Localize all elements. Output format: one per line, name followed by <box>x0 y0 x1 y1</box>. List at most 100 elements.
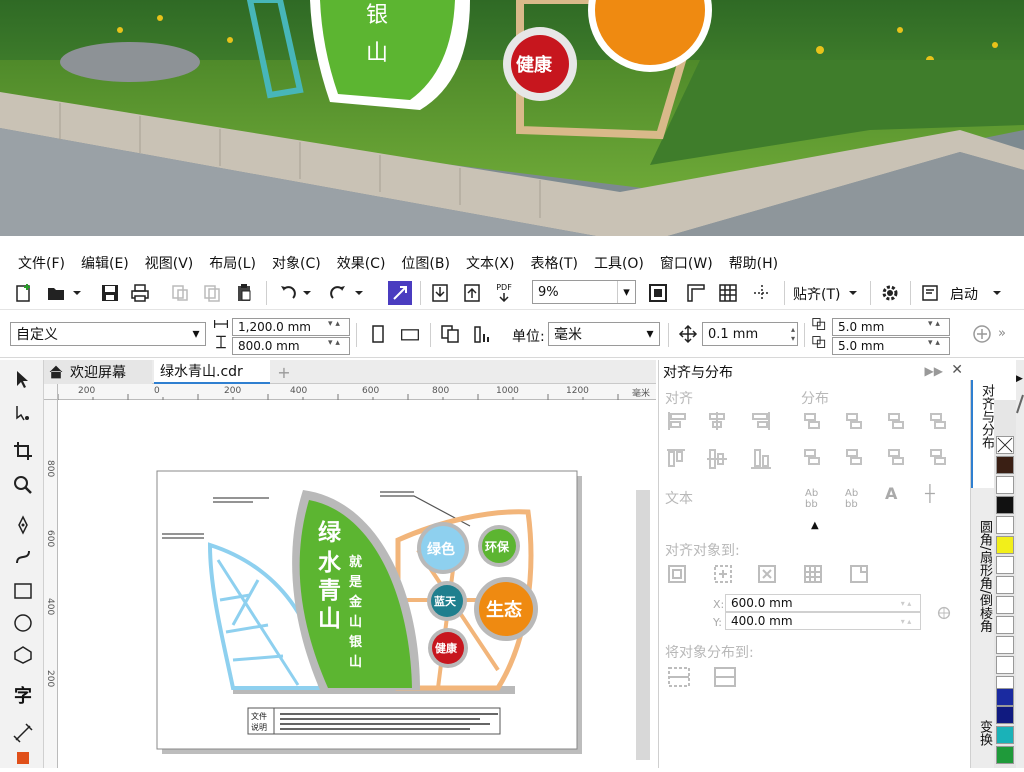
current-page-icon[interactable] <box>470 322 494 346</box>
swatch-dark-blue[interactable] <box>996 706 1014 724</box>
new-document-icon[interactable] <box>12 281 36 305</box>
ellipse-tool-icon[interactable] <box>10 610 36 636</box>
swatch-white-2[interactable] <box>996 516 1014 534</box>
nudge-spinner[interactable]: ▴ ▾ <box>791 325 795 343</box>
portrait-icon[interactable] <box>366 322 390 346</box>
overflow-chevron-icon[interactable]: » <box>998 326 1006 341</box>
shape-tool-icon[interactable] <box>10 400 36 426</box>
snap-dropdown-icon[interactable] <box>846 281 860 305</box>
collapse-docker-icon[interactable]: ▶▶ <box>925 364 943 378</box>
pick-tool-icon[interactable] <box>10 366 36 392</box>
width-spinner[interactable]: ▾ ▴ <box>319 319 349 335</box>
distribute-vspacing-icon[interactable] <box>888 449 904 465</box>
text-tool-icon[interactable]: 字 <box>10 682 36 708</box>
swatch-white[interactable] <box>996 476 1014 494</box>
copy-icon[interactable] <box>200 281 224 305</box>
palette-scroll-up-icon[interactable]: ▶ <box>1016 374 1023 384</box>
ruler-origin[interactable] <box>44 384 58 400</box>
artistic-media-tool-icon[interactable] <box>10 544 36 570</box>
menu-bitmaps[interactable]: 位图(B) <box>395 253 460 273</box>
freehand-tool-icon[interactable] <box>10 512 36 538</box>
zoom-tool-icon[interactable] <box>10 472 36 498</box>
distribute-top-icon[interactable] <box>804 449 820 465</box>
menu-tools[interactable]: 工具(O) <box>588 253 654 273</box>
show-grid-icon[interactable] <box>716 281 740 305</box>
export-icon[interactable] <box>460 281 484 305</box>
swatch-teal[interactable] <box>996 726 1014 744</box>
full-screen-preview-icon[interactable] <box>646 281 670 305</box>
zoom-dropdown-icon[interactable]: ▾ <box>617 281 635 303</box>
distribute-center-icon[interactable] <box>846 413 862 429</box>
duplicate-x-field[interactable]: 5.0 mm ▾ ▴ <box>832 318 950 336</box>
page-edge-icon[interactable] <box>714 565 732 583</box>
dup-x-spinner[interactable]: ▾ ▴ <box>919 319 949 335</box>
specified-point-icon[interactable] <box>850 565 868 583</box>
align-center-v-icon[interactable] <box>707 449 727 469</box>
swatch-white-3[interactable] <box>996 556 1014 574</box>
swatch-green[interactable] <box>996 746 1014 764</box>
rectangle-tool-icon[interactable] <box>10 578 36 604</box>
save-icon[interactable] <box>98 281 122 305</box>
distribute-bottom-icon[interactable] <box>930 449 946 465</box>
cut-icon[interactable] <box>168 281 192 305</box>
duplicate-y-field[interactable]: 5.0 mm ▾ ▴ <box>832 337 950 355</box>
vertical-ruler[interactable]: 800 600 400 200 <box>44 400 58 768</box>
units-dropdown-icon[interactable]: ▾ <box>641 323 659 345</box>
grid-icon[interactable] <box>804 565 822 583</box>
text-first-baseline-icon[interactable]: Ab bb <box>805 488 827 510</box>
redo-icon[interactable] <box>326 281 350 305</box>
interactive-fill-tool-icon[interactable] <box>10 752 36 764</box>
units-select[interactable]: 毫米 ▾ <box>548 322 660 346</box>
swatch-white-8[interactable] <box>996 656 1014 674</box>
text-bounding-box-icon[interactable]: A <box>885 484 907 504</box>
menu-file[interactable]: 文件(F) <box>12 253 75 273</box>
tab-welcome[interactable]: 欢迎屏幕 <box>44 360 152 384</box>
nudge-distance-field[interactable]: 0.1 mm ▴ ▾ <box>702 322 798 346</box>
dup-y-spinner[interactable]: ▾ ▴ <box>919 338 949 354</box>
crop-tool-icon[interactable] <box>10 438 36 464</box>
landscape-icon[interactable] <box>396 322 424 346</box>
menu-help[interactable]: 帮助(H) <box>723 253 788 273</box>
all-pages-icon[interactable] <box>438 322 462 346</box>
align-center-h-icon[interactable] <box>709 412 725 430</box>
distribute-middle-icon[interactable] <box>846 449 862 465</box>
y-spinner[interactable]: ▾ ▴ <box>892 613 920 629</box>
swatch-white-7[interactable] <box>996 636 1014 654</box>
search-content-icon[interactable] <box>388 281 412 305</box>
eyedropper-icon[interactable] <box>1016 394 1024 414</box>
undo-dropdown-icon[interactable] <box>300 281 314 305</box>
menu-object[interactable]: 对象(C) <box>266 253 331 273</box>
open-dropdown-icon[interactable] <box>70 281 84 305</box>
open-folder-icon[interactable] <box>44 281 68 305</box>
paste-icon[interactable] <box>232 281 256 305</box>
page-height-field[interactable]: 800.0 mm ▾ ▴ <box>232 337 350 355</box>
snap-to-label[interactable]: 贴齐(T) <box>793 284 840 304</box>
swatch-black[interactable] <box>996 496 1014 514</box>
close-docker-icon[interactable]: ✕ <box>951 362 963 378</box>
menu-window[interactable]: 窗口(W) <box>654 253 723 273</box>
height-spinner[interactable]: ▾ ▴ <box>319 338 349 354</box>
target-point-icon[interactable] <box>935 604 957 624</box>
print-icon[interactable] <box>128 281 152 305</box>
x-position-field[interactable]: 600.0 mm ▾ ▴ <box>725 594 921 612</box>
side-tab-align[interactable]: 对齐与分布 <box>971 380 995 488</box>
swatch-yellow[interactable] <box>996 536 1014 554</box>
menu-view[interactable]: 视图(V) <box>139 253 204 273</box>
polygon-tool-icon[interactable] <box>10 642 36 668</box>
y-position-field[interactable]: 400.0 mm ▾ ▴ <box>725 612 921 630</box>
swatch-white-6[interactable] <box>996 616 1014 634</box>
distribute-spacing-icon[interactable] <box>888 413 904 429</box>
pdf-export-icon[interactable]: PDF <box>492 281 516 305</box>
distribute-right-icon[interactable] <box>930 413 946 429</box>
palette-scroll[interactable]: ▶ <box>1016 360 1024 768</box>
align-left-icon[interactable] <box>668 412 686 430</box>
collapse-section-icon[interactable]: ▲ <box>811 520 819 531</box>
menu-layout[interactable]: 布局(L) <box>203 253 266 273</box>
swatch-navy[interactable] <box>996 688 1014 706</box>
distribute-selection-icon[interactable] <box>668 667 690 687</box>
distribute-left-icon[interactable] <box>804 413 820 429</box>
page-width-field[interactable]: 1,200.0 mm ▾ ▴ <box>232 318 350 336</box>
add-toolbar-item-icon[interactable] <box>970 322 994 346</box>
tab-document[interactable]: 绿水青山.cdr <box>154 360 270 384</box>
settings-gear-icon[interactable] <box>878 281 902 305</box>
